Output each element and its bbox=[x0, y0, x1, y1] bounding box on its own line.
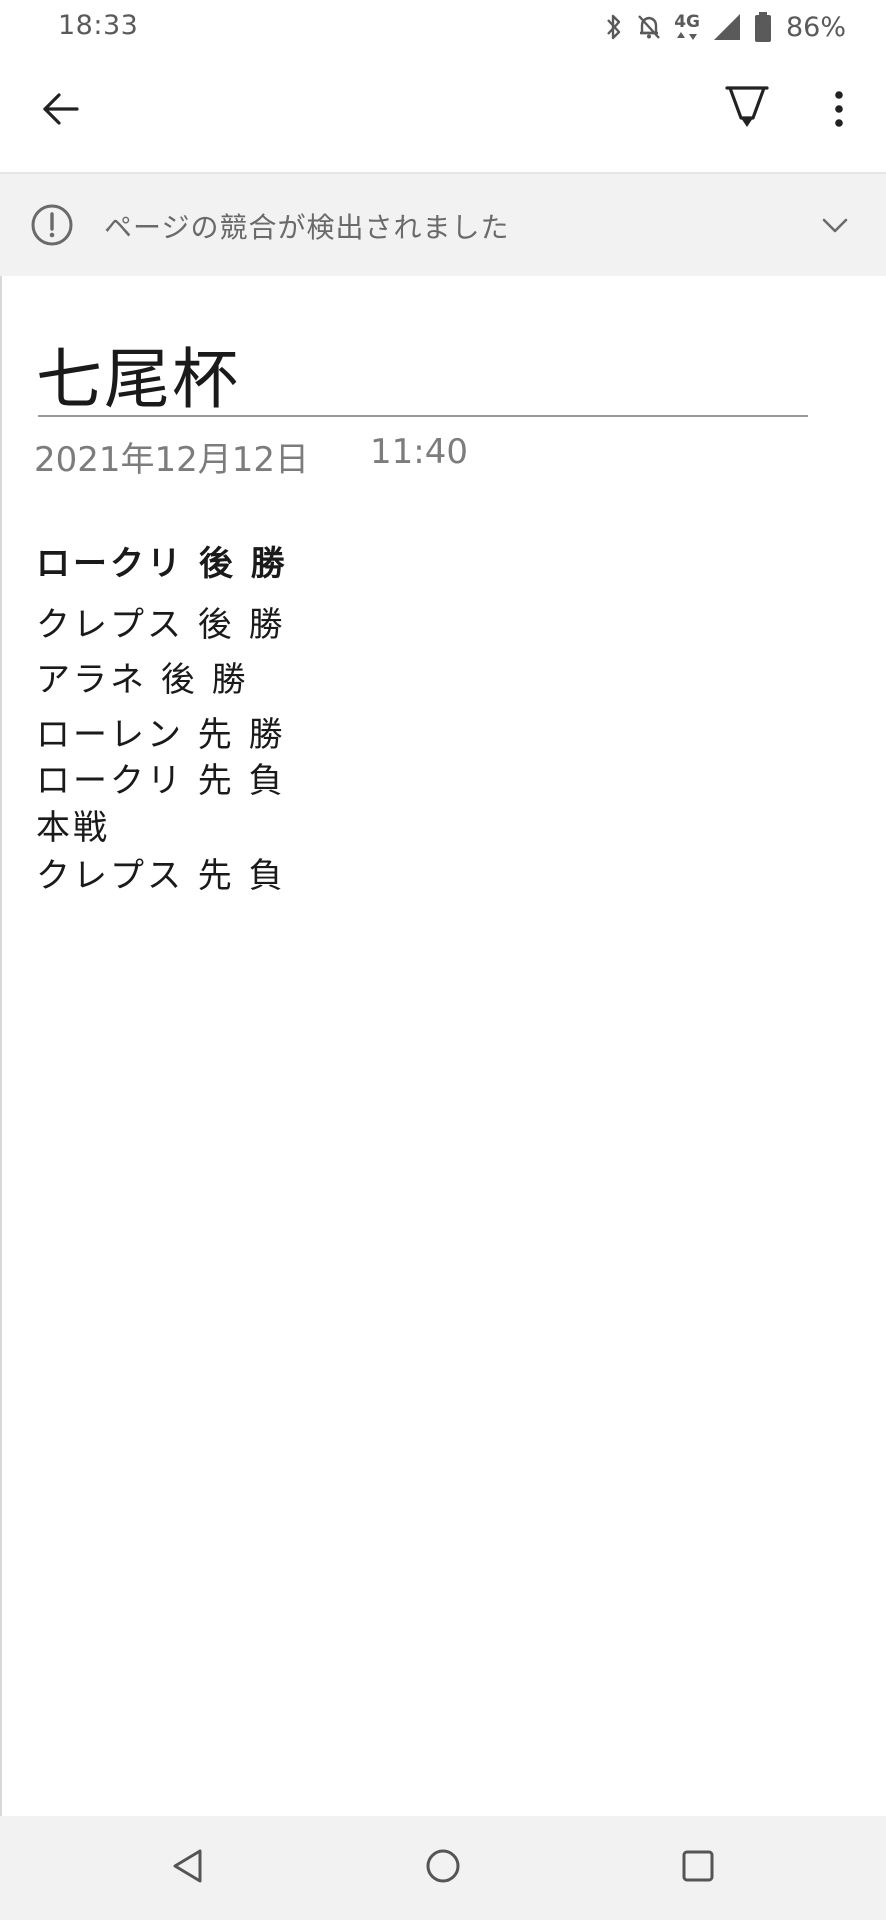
status-bar: 18:33 4G 86% bbox=[0, 0, 886, 54]
network-4g-icon: 4G bbox=[674, 11, 700, 41]
chevron-down-icon[interactable] bbox=[820, 210, 850, 240]
screen: 18:33 4G 86% ページの競合が検出されました 七尾杯 2021年12月… bbox=[0, 0, 886, 1920]
note-page[interactable]: 七尾杯 2021年12月12日 11:40 ロークリ 後 勝 クレプス 後 勝 … bbox=[0, 276, 886, 1816]
status-icons: 4G 86% bbox=[604, 10, 846, 44]
nav-home-button[interactable] bbox=[413, 1838, 473, 1898]
note-line[interactable]: ロークリ 後 勝 bbox=[36, 536, 288, 585]
page-time: 11:40 bbox=[370, 432, 468, 472]
note-line[interactable]: クレプス 先 負 bbox=[36, 848, 286, 897]
nav-back-icon bbox=[170, 1846, 206, 1890]
nav-back-button[interactable] bbox=[158, 1838, 218, 1898]
conflict-banner[interactable]: ページの競合が検出されました bbox=[0, 174, 886, 276]
more-options-button[interactable] bbox=[804, 76, 874, 146]
note-line[interactable]: ローレン 先 勝 bbox=[36, 707, 286, 756]
navigation-bar bbox=[0, 1816, 886, 1920]
back-button[interactable] bbox=[26, 76, 96, 146]
nav-home-icon bbox=[423, 1846, 463, 1890]
signal-icon bbox=[712, 12, 742, 42]
note-line[interactable]: クレプス 後 勝 bbox=[36, 597, 286, 646]
conflict-message: ページの競合が検出されました bbox=[104, 211, 510, 244]
bluetooth-icon bbox=[604, 12, 624, 42]
pen-button[interactable] bbox=[712, 74, 782, 144]
battery-icon bbox=[754, 11, 772, 43]
note-line[interactable]: アラネ 後 勝 bbox=[36, 652, 249, 701]
battery-percent: 86% bbox=[785, 11, 846, 43]
status-time: 18:33 bbox=[58, 10, 139, 41]
bell-off-icon bbox=[636, 12, 662, 42]
pen-icon bbox=[722, 82, 772, 136]
note-line[interactable]: ロークリ 先 負 bbox=[36, 753, 286, 802]
network-4g-label: 4G bbox=[674, 11, 700, 32]
alert-circle-icon bbox=[30, 203, 74, 247]
note-line[interactable]: 本戦 bbox=[36, 800, 110, 849]
page-date: 2021年12月12日 bbox=[34, 440, 310, 480]
title-divider bbox=[38, 415, 808, 417]
app-bar bbox=[0, 54, 886, 174]
more-vertical-icon bbox=[833, 89, 845, 133]
page-title[interactable]: 七尾杯 bbox=[36, 326, 240, 422]
arrow-left-icon bbox=[41, 89, 81, 133]
nav-recents-icon bbox=[680, 1848, 716, 1888]
nav-recents-button[interactable] bbox=[668, 1838, 728, 1898]
